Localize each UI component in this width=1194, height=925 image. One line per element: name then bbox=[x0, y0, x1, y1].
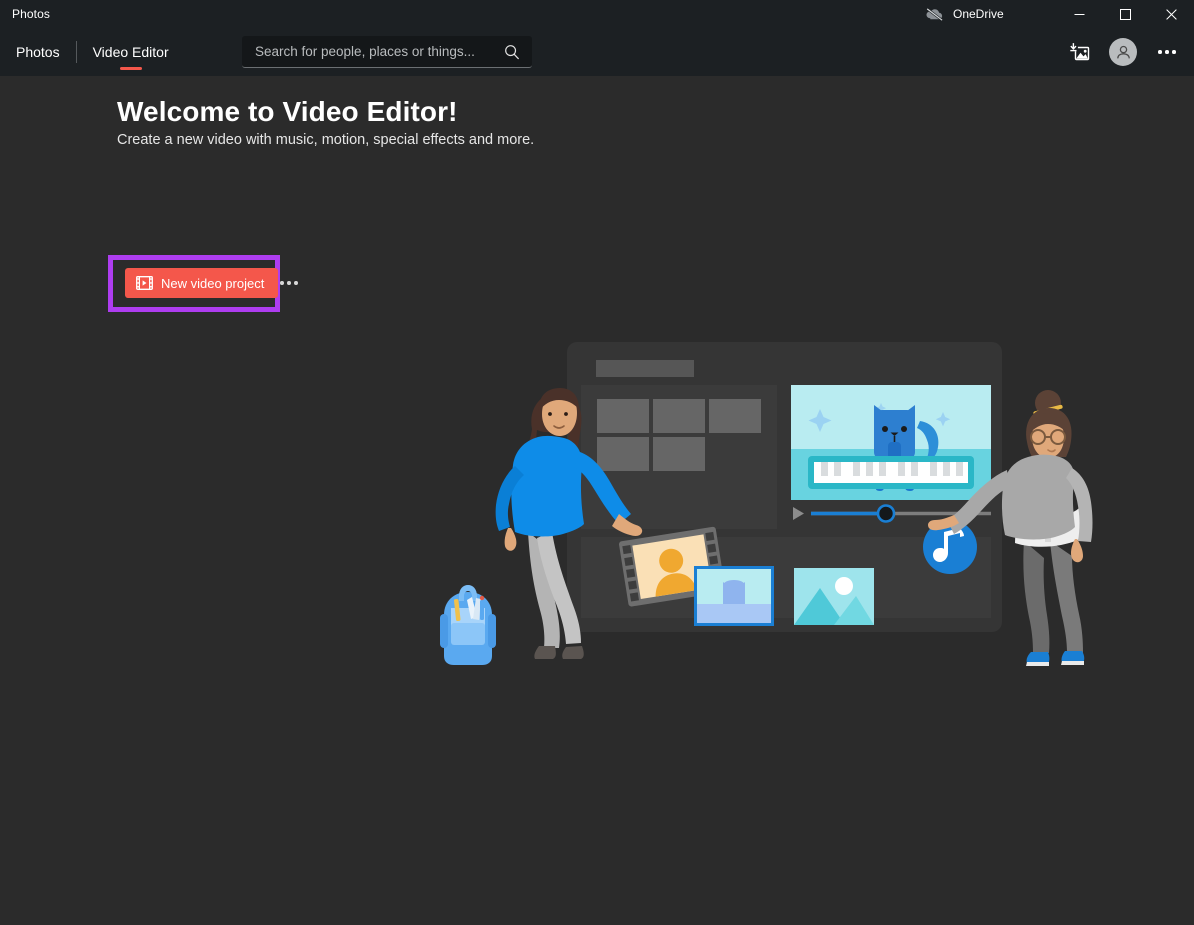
main-content: Welcome to Video Editor! Create a new vi… bbox=[0, 76, 1194, 925]
maximize-button[interactable] bbox=[1102, 0, 1148, 28]
see-more-icon[interactable] bbox=[1148, 35, 1186, 69]
active-tab-indicator bbox=[120, 67, 142, 70]
onedrive-label: OneDrive bbox=[953, 7, 1004, 21]
page-subtitle: Create a new video with music, motion, s… bbox=[117, 132, 534, 148]
thumbnail-cat bbox=[694, 566, 774, 626]
account-button[interactable] bbox=[1104, 35, 1142, 69]
nav-tabs: Photos Video Editor bbox=[0, 28, 185, 76]
new-project-more-options-button[interactable] bbox=[280, 274, 298, 292]
tab-video-editor-label: Video Editor bbox=[93, 44, 169, 60]
search-bar[interactable] bbox=[242, 36, 532, 68]
tab-photos-label: Photos bbox=[16, 44, 60, 60]
video-project-icon bbox=[136, 276, 153, 290]
preview-cat-piano bbox=[791, 385, 991, 500]
tab-video-editor[interactable]: Video Editor bbox=[77, 28, 185, 76]
video-editor-hero-illustration bbox=[420, 256, 1100, 716]
new-video-project-label: New video project bbox=[161, 276, 264, 291]
onedrive-status[interactable]: OneDrive bbox=[918, 0, 1012, 28]
import-icon[interactable] bbox=[1060, 35, 1098, 69]
close-button[interactable] bbox=[1148, 0, 1194, 28]
backpack bbox=[440, 585, 496, 665]
tab-photos[interactable]: Photos bbox=[0, 28, 76, 76]
cloud-slash-icon bbox=[926, 8, 943, 21]
avatar bbox=[1109, 38, 1137, 66]
app-title: Photos bbox=[12, 7, 50, 21]
thumbnail-mountains bbox=[794, 568, 874, 625]
ellipsis-dots bbox=[1158, 50, 1176, 54]
search-input[interactable] bbox=[255, 44, 502, 59]
new-video-project-button[interactable]: New video project bbox=[125, 268, 278, 298]
nav-bar: Photos Video Editor bbox=[0, 28, 1194, 76]
minimize-button[interactable] bbox=[1056, 0, 1102, 28]
search-icon[interactable] bbox=[502, 42, 522, 62]
title-bar: Photos OneDrive bbox=[0, 0, 1194, 28]
window-controls bbox=[1056, 0, 1194, 28]
page-title: Welcome to Video Editor! bbox=[117, 96, 458, 128]
nav-right-actions bbox=[1060, 28, 1186, 76]
